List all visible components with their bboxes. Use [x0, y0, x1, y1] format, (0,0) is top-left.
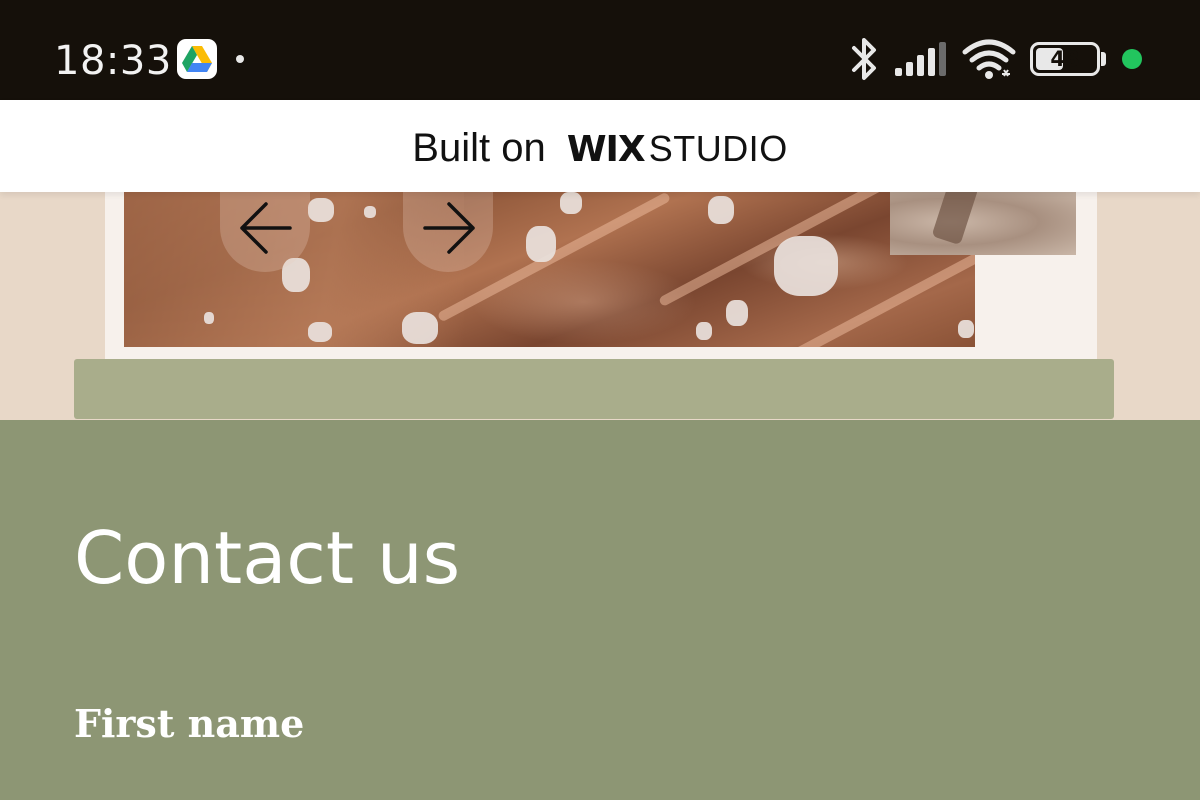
notification-dot-icon — [236, 55, 244, 63]
status-bar: 18:33 48 — [0, 0, 1200, 100]
google-drive-icon — [177, 39, 217, 79]
first-name-label: First name — [74, 701, 305, 746]
thumbnail-object — [931, 192, 979, 246]
image-flake — [708, 196, 734, 224]
bluetooth-icon — [848, 36, 882, 86]
image-flake — [774, 236, 838, 296]
first-name-field[interactable] — [74, 359, 1114, 419]
contact-title: Contact us — [74, 516, 461, 600]
green-privacy-indicator-icon — [1122, 49, 1142, 69]
gallery-thumbnail[interactable] — [890, 192, 1076, 255]
image-flake — [364, 206, 376, 218]
arrow-left-icon — [240, 202, 292, 254]
arrow-right-icon — [423, 202, 475, 254]
battery-level: 48 — [1050, 47, 1080, 71]
image-flake — [726, 300, 748, 326]
status-time: 18:33 — [54, 38, 172, 84]
image-flake — [308, 322, 332, 342]
wix-studio-banner[interactable]: Built on WIX STUDIO — [0, 100, 1200, 192]
image-flake — [958, 320, 974, 338]
wix-banner-prefix: Built on — [412, 126, 546, 170]
image-flake — [526, 226, 556, 262]
contact-section: Contact us First name — [0, 420, 1200, 800]
wix-banner-text: Built on WIX STUDIO — [412, 126, 787, 171]
battery-icon: 48 — [1030, 42, 1100, 76]
image-flake — [204, 312, 214, 324]
image-flake — [402, 312, 438, 344]
image-flake — [560, 192, 582, 214]
battery-nub — [1101, 52, 1106, 66]
wifi-icon — [962, 38, 1016, 84]
image-flake — [308, 198, 334, 222]
wix-studio-label: STUDIO — [648, 128, 788, 169]
cellular-signal-icon — [895, 42, 949, 82]
image-flake — [696, 322, 712, 340]
wix-logo: WIX — [566, 129, 646, 170]
